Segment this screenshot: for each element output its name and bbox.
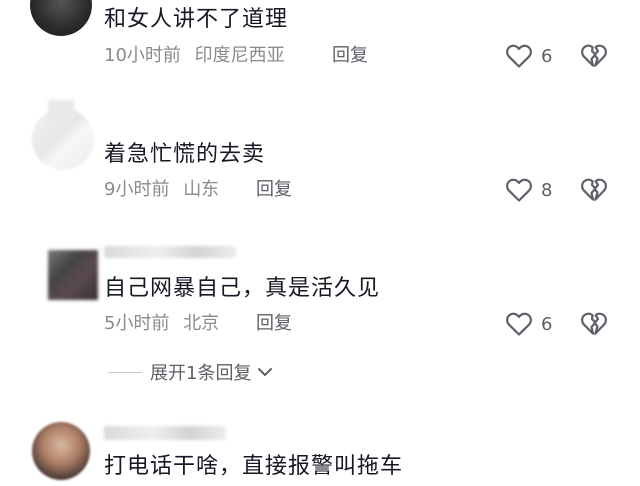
like-count: 6 [541,45,553,67]
reply-button[interactable]: 回复 [256,178,292,202]
avatar[interactable] [32,422,90,480]
comment-location: 北京 [183,313,220,334]
comment-text: 着急忙慌的去卖 [104,142,266,167]
comment-location: 印度尼西亚 [194,45,285,66]
username [104,246,236,258]
like-button[interactable]: 6 [505,43,552,69]
comment-item: 打电话干啥，直接报警叫拖车 [0,418,640,486]
divider [108,371,142,373]
comment-item: 和女人讲不了道理 10小时前 印度尼西亚 回复 6 [0,0,640,80]
chevron-down-icon [258,368,273,376]
comment-meta: 5小时前 北京 [104,312,227,336]
username [48,100,74,126]
comment-text: 打电话干啥，直接报警叫拖车 [104,454,404,479]
expand-replies-label: 展开1条回复 [150,363,252,384]
dislike-button[interactable] [580,311,608,341]
like-count: 8 [541,179,553,201]
broken-heart-icon [581,44,607,67]
heart-outline-icon [506,178,532,202]
comment-time: 5小时前 [104,313,170,334]
expand-replies-button[interactable]: 展开1条回复 [108,359,273,385]
broken-heart-icon [581,312,607,335]
reply-button[interactable]: 回复 [332,44,368,68]
reply-button[interactable]: 回复 [256,312,292,336]
comment-item: 着急忙慌的去卖 9小时前 山东 回复 8 [0,100,640,210]
like-button[interactable]: 8 [505,177,552,203]
comment-time: 10小时前 [104,45,181,66]
username [104,426,226,440]
avatar[interactable] [30,0,92,36]
comment-time: 9小时前 [104,179,170,200]
dislike-button[interactable] [580,177,608,207]
like-count: 6 [541,313,553,335]
heart-outline-icon [506,312,532,336]
comment-text: 自己网暴自己，真是活久见 [104,276,381,301]
avatar[interactable] [48,250,98,300]
like-button[interactable]: 6 [505,311,552,337]
comment-item: 自己网暴自己，真是活久见 5小时前 北京 回复 6 [0,244,640,344]
comment-text: 和女人讲不了道理 [104,7,289,32]
comment-list: 和女人讲不了道理 10小时前 印度尼西亚 回复 6 着急忙慌的去卖 9小时前 山… [0,0,640,486]
heart-outline-icon [506,44,532,68]
comment-meta: 9小时前 山东 [104,178,227,202]
dislike-button[interactable] [580,43,608,73]
comment-location: 山东 [183,179,220,200]
broken-heart-icon [581,178,607,201]
comment-meta: 10小时前 印度尼西亚 [104,44,293,68]
